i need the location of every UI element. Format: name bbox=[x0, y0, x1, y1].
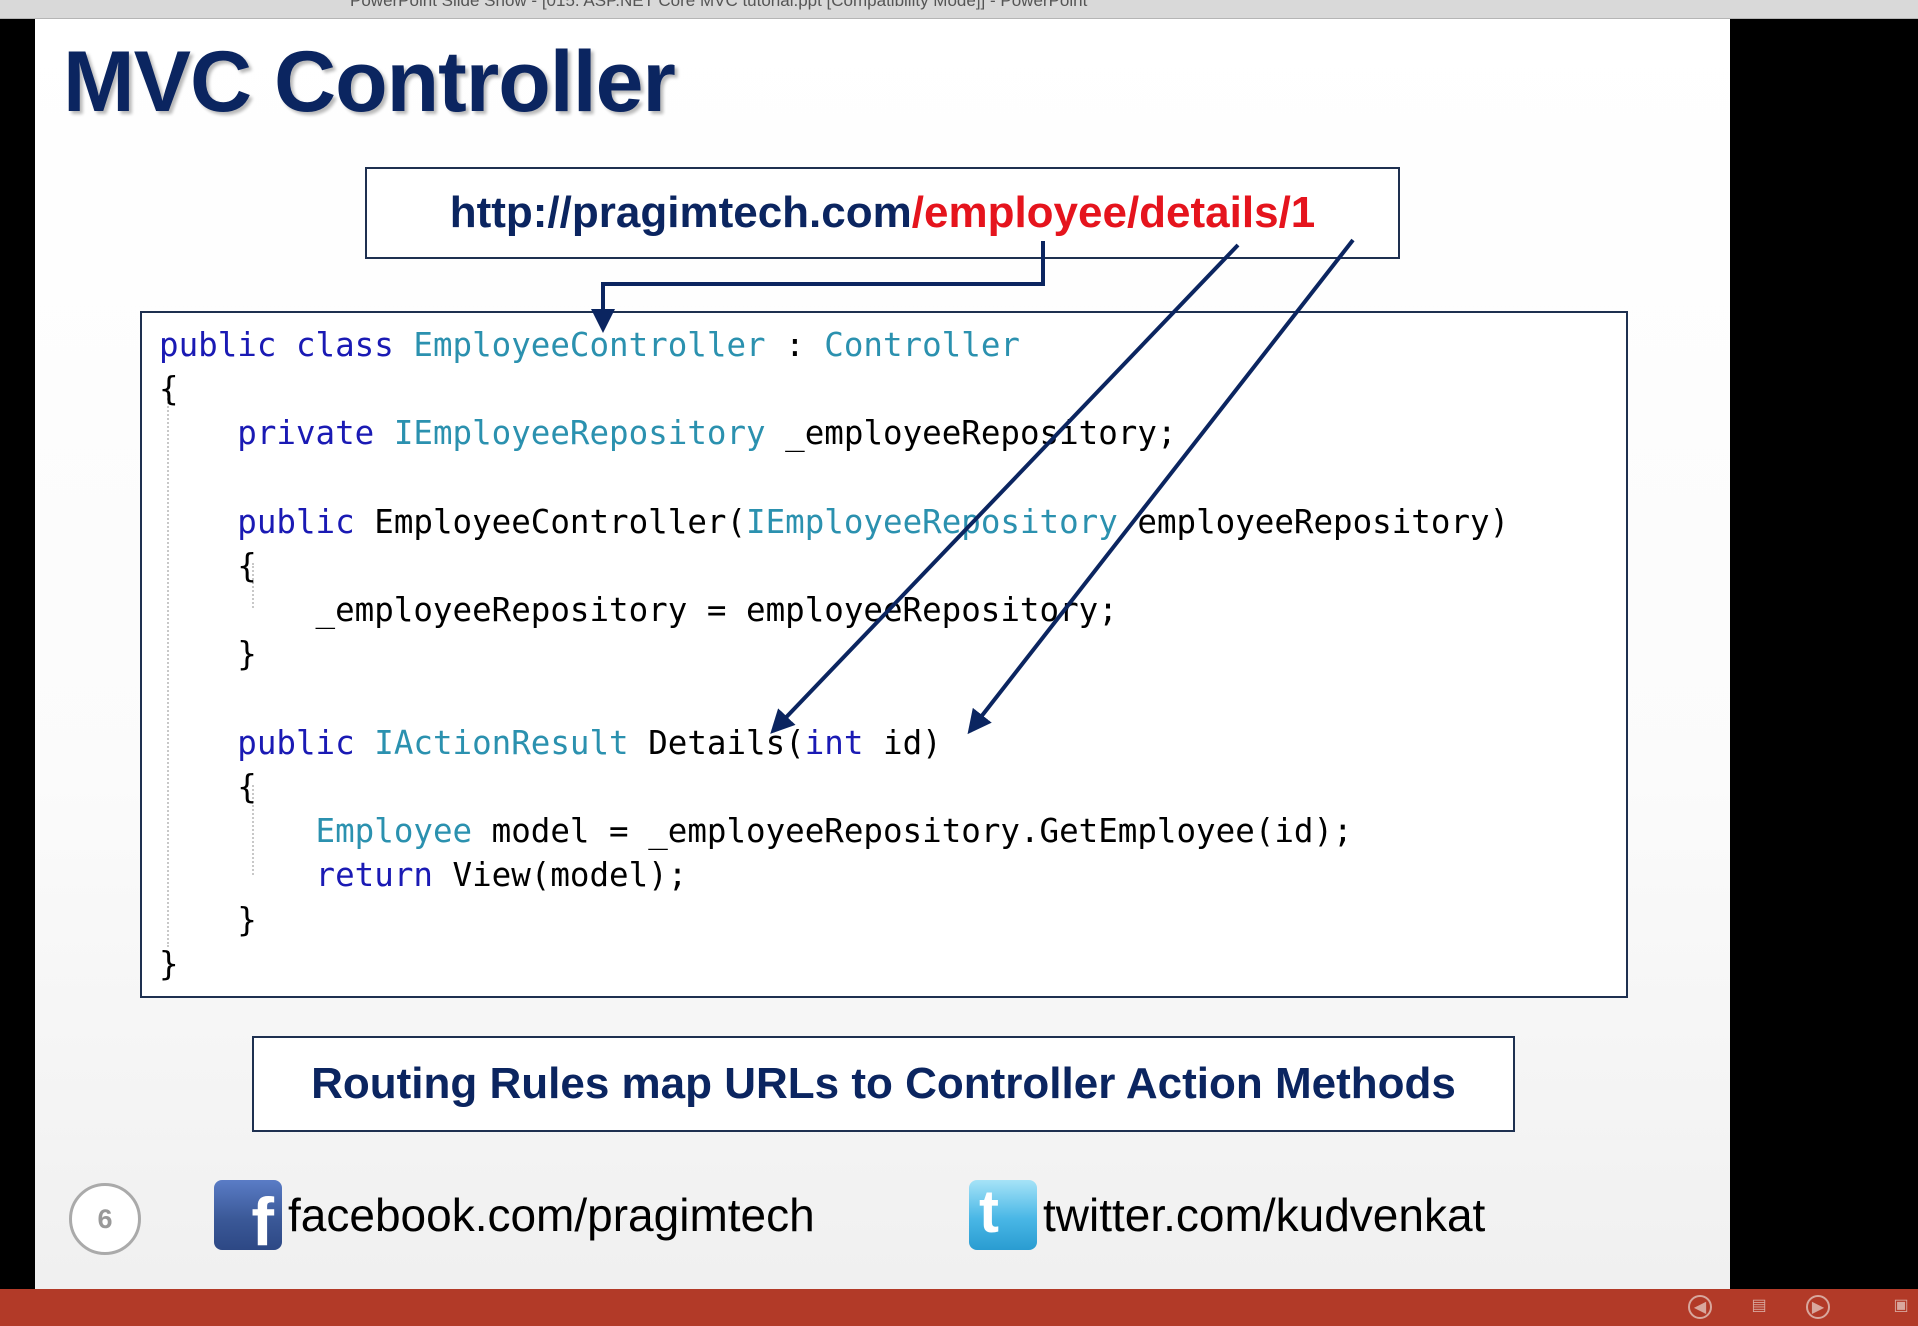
code-text: EmployeeController( bbox=[374, 502, 747, 541]
code-line: private IEmployeeRepository _employeeRep… bbox=[159, 414, 1177, 453]
code-text: } bbox=[159, 635, 257, 674]
facebook-link: f facebook.com/pragimtech bbox=[214, 1178, 815, 1256]
end-show-icon[interactable]: ▣ bbox=[1889, 1295, 1913, 1319]
code-line: { bbox=[159, 547, 257, 585]
slide-number-badge: 6 bbox=[69, 1183, 141, 1255]
next-slide-icon[interactable]: ▶ bbox=[1806, 1295, 1830, 1319]
code-text: Details( bbox=[628, 723, 805, 762]
code-type: IEmployeeRepository bbox=[746, 502, 1118, 541]
twitter-icon: t bbox=[969, 1180, 1037, 1250]
code-text: employeeRepository) bbox=[1117, 502, 1510, 541]
code-keyword: int bbox=[804, 723, 864, 762]
code-line: { bbox=[159, 370, 179, 408]
window-title-bar: PowerPoint Slide Show - [015. ASP.NET Co… bbox=[0, 0, 1918, 19]
code-line: public IActionResult Details(int id) bbox=[159, 723, 942, 762]
code-text: model = _employeeRepository.GetEmployee(… bbox=[472, 812, 1353, 851]
code-text: { bbox=[159, 547, 257, 586]
url-box: http://pragimtech.com/employee/details/1 bbox=[365, 167, 1400, 259]
url-path: /employee/details/1 bbox=[911, 188, 1316, 237]
window-title: PowerPoint Slide Show - [015. ASP.NET Co… bbox=[350, 0, 1088, 10]
code-keyword: private bbox=[237, 414, 394, 453]
code-line: return View(model); bbox=[159, 856, 688, 895]
code-line: } bbox=[159, 635, 257, 673]
code-text: _employeeRepository = employeeRepository… bbox=[159, 591, 1118, 630]
code-line: Employee model = _employeeRepository.Get… bbox=[159, 812, 1353, 850]
code-type: Controller bbox=[824, 326, 1020, 364]
code-line: _employeeRepository = employeeRepository… bbox=[159, 591, 1118, 629]
slide: MVC Controller http://pragimtech.com/emp… bbox=[35, 19, 1730, 1289]
code-text: View(model); bbox=[452, 856, 688, 895]
code-text: _employeeRepository; bbox=[765, 414, 1177, 453]
code-keyword: public class bbox=[159, 326, 414, 364]
routing-note: Routing Rules map URLs to Controller Act… bbox=[252, 1036, 1515, 1132]
code-line: } bbox=[159, 945, 179, 983]
slide-menu-icon[interactable]: ▤ bbox=[1747, 1295, 1771, 1319]
code-line: public class EmployeeController : Contro… bbox=[159, 326, 1020, 364]
code-text: } bbox=[159, 900, 257, 939]
code-type: IEmployeeRepository bbox=[393, 414, 766, 453]
code-keyword: public bbox=[237, 502, 375, 541]
slideshow-control-bar: ◀ ▤ ▶ ▣ bbox=[0, 1289, 1918, 1326]
code-keyword: return bbox=[315, 856, 453, 895]
code-text: { bbox=[159, 768, 257, 807]
code-line: public EmployeeController(IEmployeeRepos… bbox=[159, 503, 1509, 541]
url-host: http://pragimtech.com bbox=[449, 188, 912, 237]
code-line: } bbox=[159, 901, 257, 939]
code-text: id) bbox=[863, 723, 942, 762]
code-line: { bbox=[159, 768, 257, 806]
code-text: { bbox=[159, 370, 179, 409]
code-type: Employee bbox=[315, 812, 473, 851]
slide-title: MVC Controller bbox=[63, 34, 676, 130]
code-text: } bbox=[159, 944, 179, 983]
code-type: EmployeeController bbox=[413, 326, 766, 364]
facebook-icon: f bbox=[214, 1180, 282, 1256]
twitter-link: t twitter.com/kudvenkat bbox=[969, 1178, 1485, 1252]
code-box: public class EmployeeController : Contro… bbox=[140, 311, 1628, 998]
previous-slide-icon[interactable]: ◀ bbox=[1688, 1295, 1712, 1319]
code-type: IActionResult bbox=[374, 723, 629, 762]
code-listing: public class EmployeeController : Contro… bbox=[159, 323, 1509, 986]
twitter-text: twitter.com/kudvenkat bbox=[1043, 1189, 1486, 1241]
facebook-text: facebook.com/pragimtech bbox=[288, 1189, 815, 1241]
code-keyword: public bbox=[237, 723, 375, 762]
code-text: : bbox=[765, 326, 825, 364]
